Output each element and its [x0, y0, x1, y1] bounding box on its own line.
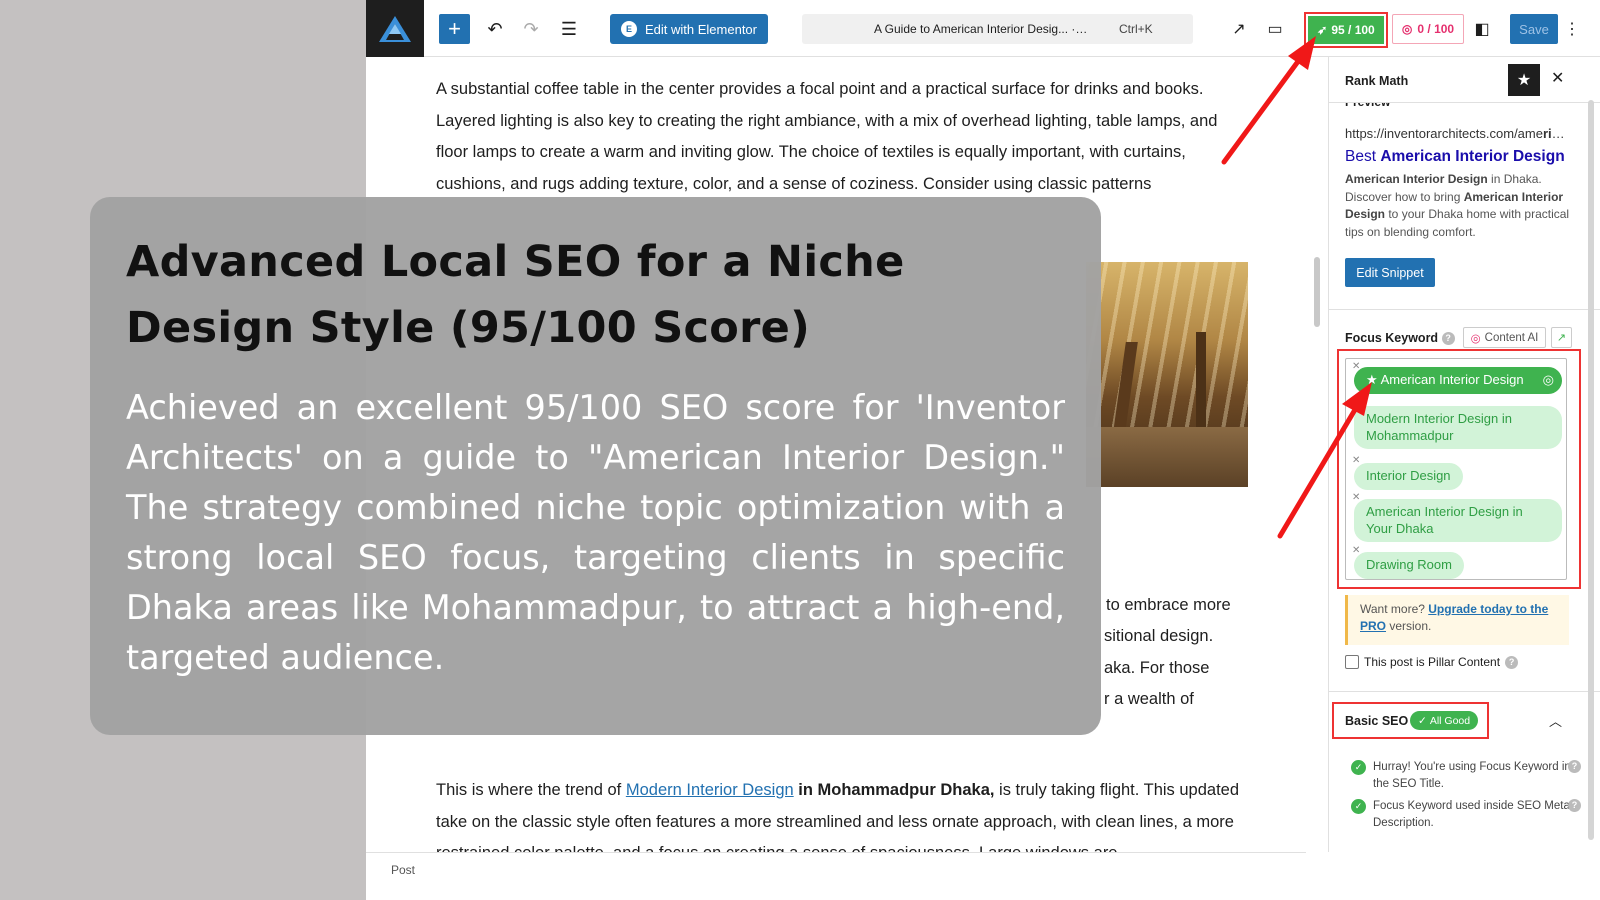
content-ai-icon: ◎	[1470, 332, 1481, 345]
document-overview-button[interactable]: ☰	[556, 14, 582, 44]
undo-button[interactable]: ↶	[482, 14, 508, 44]
keyword-trends-button[interactable]: ↗	[1551, 327, 1572, 348]
card-description: Achieved an excellent 95/100 SEO score f…	[126, 388, 1065, 677]
editor-scrollbar[interactable]	[1306, 57, 1328, 852]
focus-keyword-input[interactable]: ✕ ★ American Interior Design ◎ Modern In…	[1345, 358, 1567, 580]
project-summary-card: Advanced Local SEO for a Niche Design St…	[90, 197, 1101, 735]
content-ai-score-button[interactable]: ◎ 0 / 100	[1392, 14, 1464, 44]
keyword-tag[interactable]: Modern Interior Design in Mohammadpur	[1354, 406, 1562, 449]
upgrade-notice: Want more? Upgrade today to the PRO vers…	[1345, 595, 1569, 645]
close-icon: ✕	[1551, 70, 1565, 87]
command-palette-bar[interactable]: A Guide to American Interior Desig... · …	[802, 14, 1193, 44]
rank-math-score-button[interactable]: ➶ 95 / 100	[1308, 16, 1384, 44]
serp-url: https://inventorarchitects.com/american-…	[1345, 126, 1571, 141]
desktop-icon: ▭	[1267, 21, 1283, 38]
trend-chart-icon: ↗	[1556, 332, 1567, 344]
logo-mark-icon	[379, 15, 411, 42]
paragraph-fragment: to embrace more	[1106, 596, 1231, 614]
pillar-content-checkbox[interactable]	[1345, 655, 1359, 669]
serp-title: Best American Interior Design	[1345, 148, 1565, 165]
command-shortcut: Ctrl+K	[1119, 22, 1153, 36]
document-title: A Guide to American Interior Desig... · …	[874, 22, 1089, 36]
basic-seo-label[interactable]: Basic SEO	[1345, 714, 1408, 728]
focus-keyword-label: Focus Keyword ?	[1345, 331, 1455, 346]
sidebar-toggle-icon: ◧	[1474, 21, 1490, 38]
content-ai-button[interactable]: ◎ Content AI	[1463, 327, 1546, 348]
paragraph-fragment: r a wealth of	[1104, 690, 1194, 708]
content-ai-label: Content AI	[1484, 331, 1539, 344]
seo-check-item: ✓ Focus Keyword used inside SEO Meta Des…	[1351, 798, 1581, 832]
redo-icon: ↷	[523, 18, 539, 39]
content-ai-icon: ◎	[1401, 22, 1413, 36]
help-icon[interactable]: ?	[1505, 655, 1519, 669]
help-icon[interactable]: ?	[1441, 332, 1455, 346]
check-circle-icon: ✓	[1351, 799, 1366, 814]
post-content[interactable]: A substantial coffee table in the center…	[436, 74, 1246, 200]
block-breadcrumb-bar: Post	[366, 852, 1306, 900]
rank-math-sidebar: Rank Math ★ ✕ Preview https://inventorar…	[1328, 57, 1600, 852]
chevron-up-icon: ︿	[1549, 714, 1563, 729]
plus-icon: +	[448, 16, 461, 41]
list-view-icon: ☰	[560, 18, 578, 39]
help-icon[interactable]: ?	[1568, 760, 1581, 773]
sidebar-header: Rank Math ★ ✕	[1329, 57, 1600, 103]
keyword-tag[interactable]: Drawing Room	[1354, 552, 1464, 579]
modern-interior-design-link[interactable]: Modern Interior Design	[626, 781, 794, 799]
settings-sidebar-button[interactable]: ◧	[1469, 14, 1495, 44]
edit-with-elementor-label: Edit with Elementor	[645, 21, 757, 37]
star-icon: ★	[1516, 72, 1532, 89]
pillar-content-label: This post is Pillar Content	[1364, 655, 1501, 669]
target-icon: ◎	[1542, 372, 1554, 387]
content-ai-score: 0 / 100	[1417, 22, 1455, 36]
interior-photo[interactable]	[1086, 262, 1248, 487]
edit-snippet-button[interactable]: Edit Snippet	[1345, 258, 1435, 287]
rank-math-score-highlight: ➶ 95 / 100	[1304, 12, 1388, 48]
card-title: Advanced Local SEO for a Niche Design St…	[126, 237, 905, 353]
rank-math-icon: ➶	[1317, 23, 1328, 37]
external-link-icon: ↗	[1232, 21, 1246, 38]
paragraph-1[interactable]: A substantial coffee table in the center…	[436, 74, 1246, 200]
check-icon: ✓	[1418, 714, 1427, 727]
collapse-section-button[interactable]: ︿	[1549, 711, 1562, 730]
undo-icon: ↶	[487, 18, 503, 39]
serp-description: American Interior Design in Dhaka. Disco…	[1345, 172, 1570, 239]
help-icon[interactable]: ?	[1568, 799, 1581, 812]
site-logo[interactable]	[366, 0, 424, 57]
check-circle-icon: ✓	[1351, 760, 1366, 775]
seo-check-item: ✓ Hurray! You're using Focus Keyword in …	[1351, 759, 1581, 793]
view-post-button[interactable]: ↗	[1226, 14, 1252, 44]
more-vertical-icon: ⋮	[1564, 21, 1580, 38]
redo-button[interactable]: ↷	[518, 14, 544, 44]
options-button[interactable]: ⋮	[1562, 14, 1582, 44]
pillar-content-option[interactable]: This post is Pillar Content ?	[1345, 655, 1519, 669]
edit-with-elementor-button[interactable]: E Edit with Elementor	[610, 14, 768, 44]
keyword-tag[interactable]: Interior Design	[1354, 463, 1463, 490]
paragraph-fragment: sitional design.	[1104, 627, 1214, 645]
all-good-badge: ✓ All Good	[1410, 711, 1479, 730]
elementor-icon: E	[621, 21, 637, 37]
sidebar-scrollbar[interactable]	[1588, 100, 1594, 840]
breadcrumb-post[interactable]: Post	[391, 863, 415, 877]
keyword-tag-primary[interactable]: ★ American Interior Design ◎	[1354, 367, 1562, 394]
preview-device-button[interactable]: ▭	[1262, 14, 1288, 44]
sidebar-title: Rank Math	[1345, 74, 1409, 88]
rank-math-score: 95 / 100	[1331, 23, 1375, 37]
editor-toolbar: + ↶ ↷ ☰ E Edit with Elementor A Guide to…	[366, 0, 1600, 57]
pin-sidebar-button[interactable]: ★	[1508, 64, 1540, 96]
save-button[interactable]: Save	[1510, 14, 1558, 44]
editor-scrollbar-thumb[interactable]	[1314, 257, 1320, 327]
add-block-button[interactable]: +	[439, 14, 470, 44]
close-sidebar-button[interactable]: ✕	[1551, 68, 1564, 88]
paragraph-fragment: aka. For those	[1104, 659, 1210, 677]
star-icon: ★	[1366, 372, 1378, 387]
keyword-tag[interactable]: American Interior Design in Your Dhaka	[1354, 499, 1562, 542]
